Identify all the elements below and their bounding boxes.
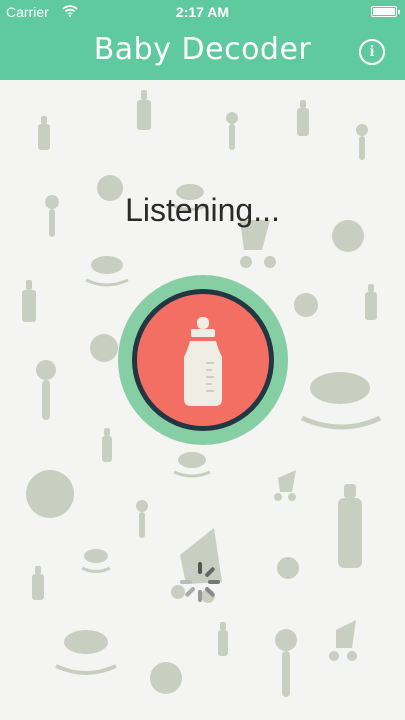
status-label: Listening... bbox=[125, 192, 280, 228]
app-title: Baby Decoder bbox=[93, 32, 312, 67]
loading-spinner bbox=[180, 562, 220, 602]
info-button[interactable]: i bbox=[359, 39, 385, 65]
status-bar: Carrier 2:17 AM bbox=[0, 0, 405, 24]
info-icon: i bbox=[369, 43, 375, 60]
battery-icon bbox=[371, 6, 400, 17]
record-button[interactable] bbox=[118, 275, 288, 445]
navigation-bar: Baby Decoder i bbox=[0, 24, 405, 80]
baby-bottle-icon bbox=[184, 317, 222, 406]
status-time: 2:17 AM bbox=[175, 4, 230, 20]
